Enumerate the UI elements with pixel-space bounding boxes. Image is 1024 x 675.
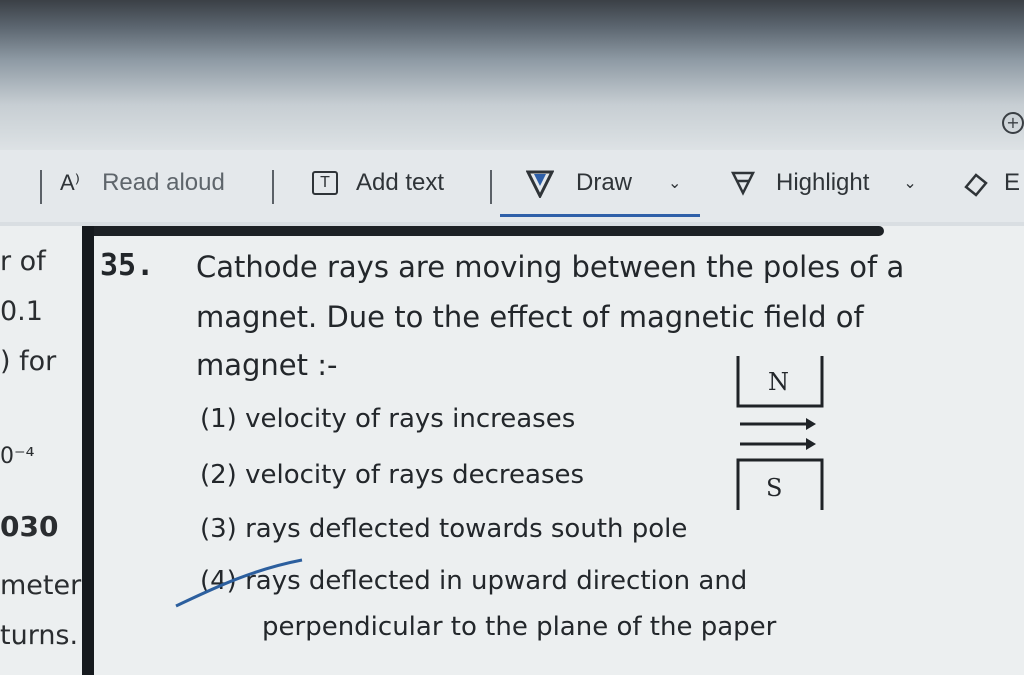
ray-arrowhead <box>806 418 816 430</box>
magnet-diagram <box>175 356 824 608</box>
south-pole-label: S <box>766 474 783 502</box>
north-pole-label: N <box>768 368 789 396</box>
pen-mark <box>175 558 303 608</box>
ray-arrowhead <box>806 438 816 450</box>
